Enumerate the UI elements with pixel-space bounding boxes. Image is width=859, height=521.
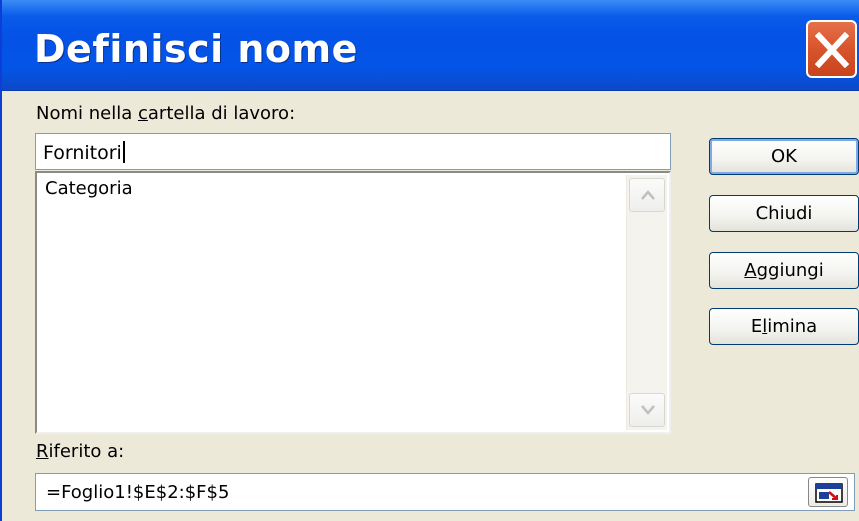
scroll-down-button[interactable] [629,393,665,427]
close-button[interactable]: Chiudi [709,195,859,232]
define-name-dialog: Definisci nome Nomi nella cartella di la… [0,0,859,521]
add-button[interactable]: Aggiungi [709,252,859,289]
close-window-button[interactable] [806,20,857,78]
ok-button[interactable]: OK [709,138,859,175]
text-caret [122,141,125,163]
names-listbox[interactable]: Categoria [35,171,671,434]
dialog-title: Definisci nome [34,27,358,71]
refers-to-input[interactable]: =Foglio1!$E$2:$F$5 [35,473,855,511]
refers-to-label: Riferito a: [36,441,125,462]
names-label: Nomi nella cartella di lavoro: [36,103,296,124]
delete-button[interactable]: Elimina [709,308,859,345]
title-bar[interactable]: Definisci nome [2,0,859,91]
collapse-dialog-button[interactable] [808,477,848,507]
scroll-up-button[interactable] [629,178,665,212]
list-item[interactable]: Categoria [45,178,133,199]
name-input[interactable]: Fornitori [35,133,671,170]
vertical-scrollbar[interactable] [626,175,667,430]
